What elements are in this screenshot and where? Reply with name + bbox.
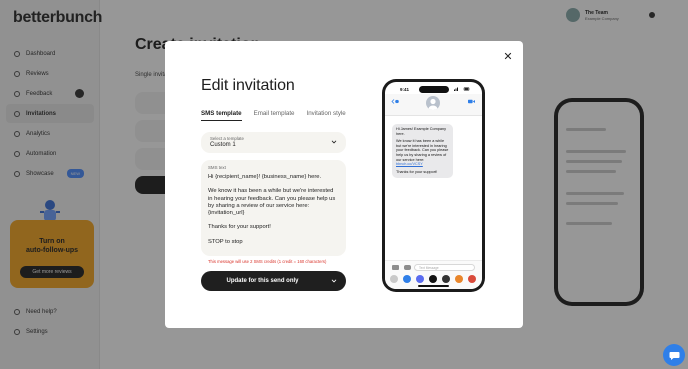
back-chevron-icon[interactable] (391, 99, 399, 104)
tab-sms-template[interactable]: SMS template (201, 110, 242, 121)
music-app-icon[interactable] (442, 275, 450, 283)
tab-invitation-style[interactable]: Invitation style (307, 110, 346, 121)
sms-preview-bubble: Hi James! Example Company here. We know … (392, 124, 453, 179)
support-chat-button[interactable] (663, 344, 685, 366)
person-icon (428, 98, 438, 110)
edit-invitation-modal: ✕ Edit invitation SMS template Email tem… (165, 41, 523, 328)
update-send-button[interactable]: Update for this send only (201, 271, 346, 291)
chevron-down-icon[interactable] (331, 278, 337, 284)
bubble-link[interactable]: bbnch.co/VCSY (396, 162, 423, 166)
camera-icon[interactable] (392, 265, 399, 270)
bubble-body-text: We know it has been a while but we're in… (396, 139, 449, 162)
phone-preview: 9:41 Hi James! Example Company here. We … (382, 79, 485, 292)
template-select-caption: Select a template (210, 136, 244, 141)
close-icon[interactable]: ✕ (502, 50, 514, 63)
sticker-app-icon[interactable] (455, 275, 463, 283)
home-indicator (418, 285, 449, 287)
update-send-label: Update for this send only (226, 278, 299, 284)
chevron-down-icon (331, 140, 337, 144)
phone-screen: 9:41 Hi James! Example Company here. We … (385, 82, 482, 289)
sms-text-value[interactable]: Hi {recipient_name}! {business_name} her… (208, 174, 339, 246)
template-tabs: SMS template Email template Invitation s… (201, 110, 358, 121)
app-store-icon[interactable] (403, 275, 411, 283)
status-time: 9:41 (400, 87, 410, 92)
chat-bubble-icon (669, 351, 679, 360)
dynamic-island (419, 86, 449, 93)
apple-pay-icon[interactable] (429, 275, 437, 283)
signal-battery-icon (454, 87, 470, 91)
status-bar: 9:41 (385, 82, 482, 94)
contact-avatar (426, 96, 440, 110)
template-select[interactable]: Select a template Custom 1 (201, 132, 346, 153)
games-app-icon[interactable] (468, 275, 476, 283)
tab-email-template[interactable]: Email template (254, 110, 295, 121)
bubble-thanks: Thanks for your support! (396, 169, 438, 174)
sms-text-field[interactable]: SMS text Hi {recipient_name}! {business_… (201, 160, 346, 256)
template-select-value: Custom 1 (210, 142, 236, 148)
conversation-header (385, 94, 482, 116)
bubble-body: We know it has been a while but we're in… (396, 139, 450, 167)
apps-icon[interactable] (404, 265, 411, 270)
message-input-placeholder: Text Message (419, 266, 439, 270)
sms-credit-warning: This message will use 2 SMS credits (1 c… (208, 259, 327, 264)
photos-app-icon[interactable] (390, 275, 398, 283)
message-input[interactable]: Text Message (414, 264, 475, 271)
modal-title: Edit invitation (201, 77, 295, 94)
bubble-greeting: Hi James! Example Company here. (396, 127, 447, 136)
app-drawer (390, 275, 481, 283)
sms-text-caption: SMS text (208, 165, 226, 170)
video-icon[interactable] (468, 99, 475, 104)
memoji-app-icon[interactable] (416, 275, 424, 283)
